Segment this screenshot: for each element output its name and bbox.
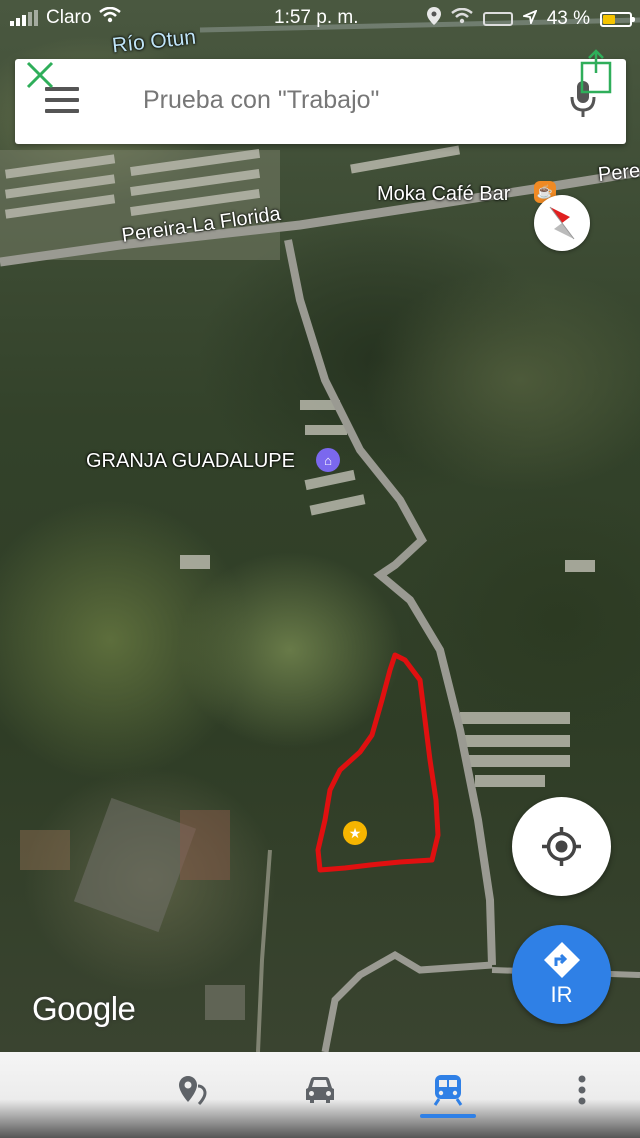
- road-label-partial: Pere: [596, 159, 640, 187]
- navigation-arrow-icon: [520, 8, 538, 30]
- directions-label: IR: [550, 982, 573, 1007]
- close-icon[interactable]: [25, 60, 55, 90]
- wifi-icon: [99, 6, 122, 29]
- cafe-label[interactable]: Moka Café Bar: [377, 183, 510, 206]
- hamburger-menu-icon[interactable]: [45, 87, 79, 113]
- tab-transit[interactable]: [428, 1070, 468, 1110]
- directions-icon: [543, 942, 580, 978]
- carrier-label: Claro: [46, 7, 92, 28]
- clock: 1:57 p. m.: [274, 7, 359, 28]
- search-bar[interactable]: Prueba con "Trabajo": [15, 59, 626, 144]
- battery-percent: 43 %: [546, 8, 590, 29]
- bottom-navigation: [0, 1052, 640, 1138]
- explore-icon: [179, 1076, 207, 1106]
- wifi-secondary-icon: [450, 7, 473, 30]
- battery-secondary-icon: [482, 12, 513, 26]
- active-tab-indicator: [420, 1114, 476, 1118]
- google-logo: Google: [32, 990, 136, 1027]
- property-boundary: [315, 652, 441, 873]
- my-location-button[interactable]: [512, 797, 611, 896]
- star-pin-icon[interactable]: ★: [343, 821, 367, 845]
- status-bar: Claro 1:57 p. m. 43 %: [0, 0, 640, 36]
- tab-explore[interactable]: [172, 1070, 212, 1110]
- signal-icon: [10, 10, 38, 26]
- tab-more[interactable]: [562, 1070, 602, 1110]
- farm-label[interactable]: GRANJA GUADALUPE: [86, 450, 295, 473]
- crosshair-icon: [542, 827, 581, 866]
- compass-icon[interactable]: [534, 195, 590, 251]
- directions-button[interactable]: IR: [512, 925, 611, 1024]
- share-icon[interactable]: [580, 49, 612, 94]
- transit-icon: [433, 1075, 463, 1106]
- more-icon: [578, 1075, 586, 1105]
- car-icon: [306, 1077, 334, 1103]
- tab-driving[interactable]: [300, 1070, 340, 1110]
- location-pin-icon: [426, 7, 441, 31]
- farm-pin-icon[interactable]: ⌂: [316, 448, 340, 472]
- search-input[interactable]: Prueba con "Trabajo": [143, 86, 379, 115]
- battery-icon: [600, 11, 635, 27]
